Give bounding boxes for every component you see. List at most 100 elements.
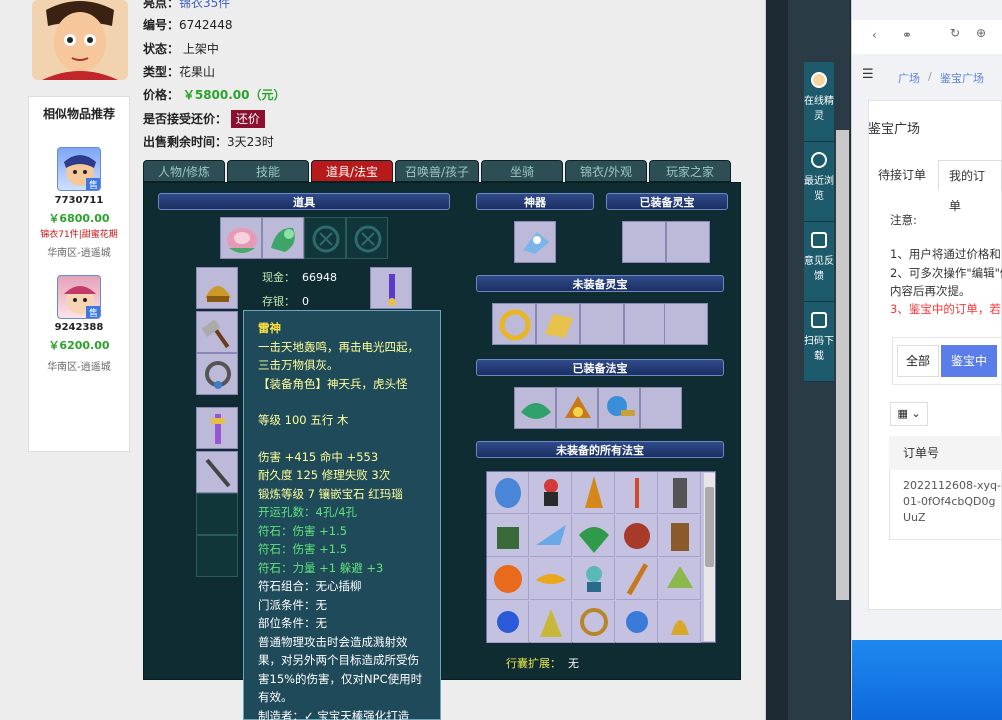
note-line-warning: 3、鉴宝中的订单，若 bbox=[890, 302, 1001, 316]
inventory-cell[interactable] bbox=[659, 515, 701, 557]
price-row: 价格： ￥5800.00（元） bbox=[143, 88, 286, 102]
empty-slot[interactable] bbox=[196, 535, 238, 577]
tooltip-durability: 耐久度 125 修理失败 3次 bbox=[258, 468, 391, 482]
refresh-icon[interactable]: ↻ bbox=[950, 26, 960, 40]
scan-download-button[interactable]: 扫码下载 bbox=[804, 302, 834, 382]
recent-viewed-button[interactable]: 最近浏览 bbox=[804, 142, 834, 222]
desktop-wallpaper bbox=[852, 640, 1002, 720]
equip-necklace-slot[interactable] bbox=[196, 353, 238, 395]
similar-item-server: 华南区-逍遥城 bbox=[47, 248, 111, 259]
divine-slot[interactable] bbox=[514, 221, 556, 263]
page-scrollbar[interactable] bbox=[836, 130, 849, 600]
type-row: 类型：花果山 bbox=[143, 65, 216, 79]
similar-item-price: ￥6200.00 bbox=[48, 339, 110, 352]
table-header-order-no: 订单号 bbox=[889, 436, 1002, 470]
id-row: 编号：6742448 bbox=[143, 18, 233, 32]
inventory-cell[interactable] bbox=[659, 472, 701, 514]
inventory-cell[interactable] bbox=[530, 472, 572, 514]
filter-all-button[interactable]: 全部 bbox=[897, 345, 939, 377]
inventory-cell[interactable] bbox=[573, 515, 615, 557]
equip-weapon-slot[interactable] bbox=[196, 311, 238, 353]
inventory-cell[interactable] bbox=[487, 558, 529, 600]
tab-house[interactable]: 玩家之家 bbox=[649, 160, 731, 182]
spirit-item-slot[interactable] bbox=[492, 303, 536, 345]
equip-helmet-slot[interactable] bbox=[196, 267, 238, 309]
inventory-cell[interactable] bbox=[616, 558, 658, 600]
detail-tabs: 人物/修炼 技能 道具/法宝 召唤兽/孩子 坐骑 锦衣/外观 玩家之家 bbox=[143, 160, 743, 182]
tooltip-maker: 制造者：✓ 宝宝天棒强化打造 bbox=[258, 708, 410, 720]
back-icon[interactable]: ‹ bbox=[872, 28, 877, 42]
scan-icon bbox=[811, 312, 827, 328]
inventory-cell[interactable] bbox=[573, 601, 615, 643]
feedback-button[interactable]: 意见反馈 bbox=[804, 222, 834, 302]
spirit-item-slot[interactable] bbox=[664, 303, 708, 345]
inventory-cell[interactable] bbox=[659, 601, 701, 643]
item-tooltip: 雷神 一击天地轰鸣，再击电光四起，三击万物俱灰。 【装备角色】神天兵，虎头怪 等… bbox=[243, 310, 441, 720]
fabao-equipped-slot[interactable] bbox=[514, 387, 556, 429]
inventory-cell[interactable] bbox=[530, 601, 572, 643]
table-cell-order-no[interactable]: 2022112608-xyq-01-0fOf4cbQD0gUuZ bbox=[903, 478, 1002, 526]
inventory-cell[interactable] bbox=[487, 601, 529, 643]
scroll-thumb[interactable] bbox=[705, 487, 714, 567]
similar-item-id[interactable]: 9242388 bbox=[29, 322, 129, 333]
spirit-item-slot[interactable] bbox=[624, 303, 668, 345]
tab-skills[interactable]: 技能 bbox=[227, 160, 309, 182]
inventory-cell[interactable] bbox=[530, 558, 572, 600]
inventory-cell[interactable] bbox=[616, 515, 658, 557]
tab-pending-orders[interactable]: 待接订单 bbox=[868, 160, 936, 190]
inventory-cell[interactable] bbox=[487, 515, 529, 557]
deposit-row: 存银： 0 bbox=[262, 295, 309, 308]
inventory-scrollbar[interactable] bbox=[704, 473, 715, 641]
inventory-cell[interactable] bbox=[487, 472, 529, 514]
tab-mounts[interactable]: 坐骑 bbox=[481, 160, 563, 182]
grid-view-select[interactable]: ▦ ⌄ bbox=[890, 402, 928, 426]
item-slot[interactable] bbox=[220, 217, 262, 259]
online-helper-button[interactable]: 在线精灵 bbox=[804, 62, 834, 142]
similar-item-id[interactable]: 7730711 bbox=[29, 195, 129, 206]
inventory-cell[interactable] bbox=[616, 601, 658, 643]
items-panel: 道具 神器 已装备灵宝 现金： 66948 存银： 0 未装备灵宝 已装备法宝 … bbox=[143, 182, 741, 680]
spirit-item-slot[interactable] bbox=[536, 303, 580, 345]
filter-appraising-button[interactable]: 鉴宝中 bbox=[941, 345, 997, 377]
tab-items[interactable]: 道具/法宝 bbox=[311, 160, 393, 182]
tab-outfits[interactable]: 锦衣/外观 bbox=[565, 160, 647, 182]
inventory-cell[interactable] bbox=[659, 558, 701, 600]
tooltip-part: 部位条件：无 bbox=[258, 616, 327, 630]
helper-avatar-icon bbox=[811, 72, 827, 88]
empty-slot[interactable] bbox=[196, 493, 238, 535]
highlight-value[interactable]: 锦衣35件 bbox=[179, 0, 230, 10]
fabao-equipped-slot[interactable] bbox=[556, 387, 598, 429]
fabao-equipped-header: 已装备法宝 bbox=[476, 359, 724, 376]
breadcrumb-appraisal[interactable]: 鉴宝广场 bbox=[940, 70, 984, 86]
inventory-cell[interactable] bbox=[616, 472, 658, 514]
similar-item-avatar[interactable]: 售 bbox=[57, 275, 101, 319]
bargain-button[interactable]: 还价 bbox=[230, 110, 265, 128]
clock-icon bbox=[811, 152, 827, 168]
equip-shoes-slot[interactable] bbox=[196, 451, 238, 493]
link-icon[interactable]: ⚭ bbox=[902, 28, 912, 42]
inventory-cell[interactable] bbox=[530, 515, 572, 557]
spirit-item-slot[interactable] bbox=[580, 303, 624, 345]
spirit-slot[interactable] bbox=[622, 221, 666, 263]
fabao-all-header: 未装备的所有法宝 bbox=[476, 441, 724, 458]
tooltip-forge: 锻炼等级 7 镶嵌宝石 红玛瑙 bbox=[258, 486, 403, 501]
tab-pets[interactable]: 召唤兽/孩子 bbox=[395, 160, 479, 182]
inventory-cell[interactable] bbox=[573, 558, 615, 600]
equip-armor-slot[interactable] bbox=[196, 407, 238, 449]
globe-icon[interactable]: ⊕ bbox=[976, 26, 986, 40]
menu-icon[interactable]: ☰ bbox=[862, 67, 874, 82]
tab-character[interactable]: 人物/修炼 bbox=[143, 160, 225, 182]
item-slot[interactable] bbox=[262, 217, 304, 259]
tab-my-orders[interactable]: 我的订单 bbox=[938, 160, 1002, 213]
fabao-equipped-slot[interactable] bbox=[640, 387, 682, 429]
fabao-equipped-slot[interactable] bbox=[598, 387, 640, 429]
empty-slot[interactable] bbox=[346, 217, 388, 259]
similar-item-avatar[interactable]: 售 bbox=[57, 147, 101, 191]
empty-slot[interactable] bbox=[304, 217, 346, 259]
breadcrumb-plaza[interactable]: 广场 bbox=[898, 70, 920, 86]
equip-belt-slot[interactable] bbox=[370, 267, 412, 309]
note-title: 注意: bbox=[890, 213, 917, 227]
inventory-cell[interactable] bbox=[573, 472, 615, 514]
tooltip-rune: 符石：伤害 +1.5 bbox=[258, 542, 348, 556]
spirit-slot[interactable] bbox=[666, 221, 710, 263]
